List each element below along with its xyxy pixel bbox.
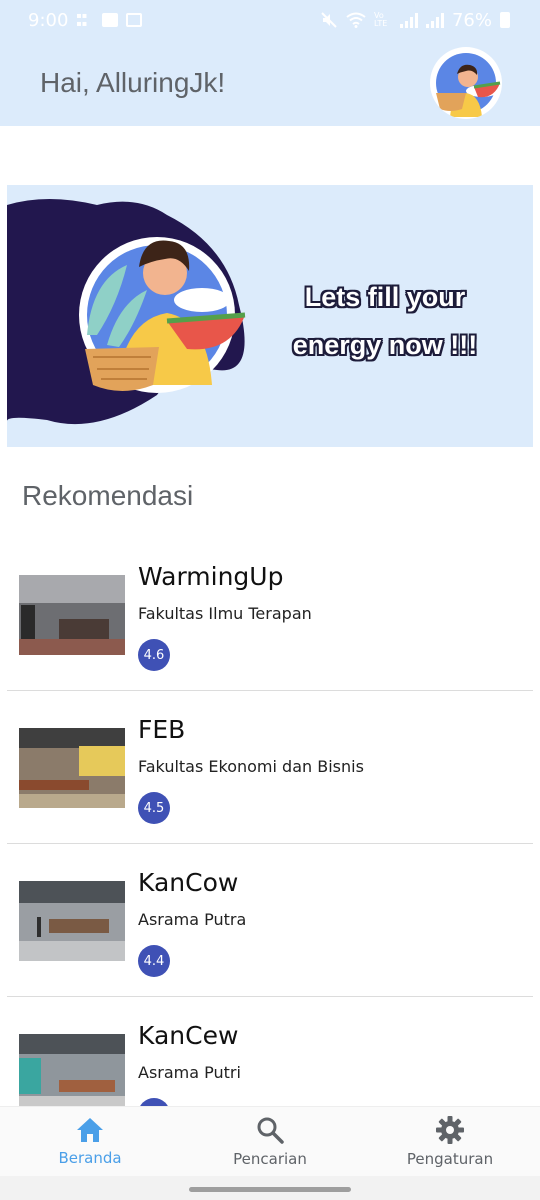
signal-icon-2 xyxy=(425,12,444,28)
place-location: Asrama Putra xyxy=(138,910,247,929)
wifi-icon xyxy=(346,12,366,28)
place-name: WarmingUp xyxy=(138,562,284,591)
notification-icon xyxy=(126,13,143,27)
home-indicator[interactable] xyxy=(189,1187,351,1192)
bottom-navigation: Beranda Pencarian Pengaturan xyxy=(0,1106,540,1176)
app-header: Hai, AlluringJk! xyxy=(0,40,540,126)
greeting-text: Hai, AlluringJk! xyxy=(40,67,226,98)
place-thumbnail xyxy=(19,1034,125,1114)
rating-badge: 4.6 xyxy=(138,639,170,671)
list-item[interactable]: FEB Fakultas Ekonomi dan Bisnis 4.5 xyxy=(7,691,533,844)
nav-label-pengaturan: Pengaturan xyxy=(406,1149,494,1168)
recommendation-list: WarmingUp Fakultas Ilmu Terapan 4.6 FEB … xyxy=(0,538,540,1150)
mute-icon xyxy=(321,12,337,28)
gear-icon xyxy=(436,1115,464,1144)
nav-label-pencarian: Pencarian xyxy=(233,1149,307,1168)
list-item[interactable]: KanCow Asrama Putra 4.4 xyxy=(7,844,533,997)
network-speed-icon: ▪▪ ▪▪ xyxy=(76,11,88,28)
place-name: FEB xyxy=(138,715,186,744)
place-name: KanCew xyxy=(138,1021,239,1050)
nav-item-beranda[interactable]: Beranda xyxy=(0,1107,180,1176)
status-right: Vo LTE 76% xyxy=(320,10,510,31)
search-icon xyxy=(257,1117,284,1144)
banner-line-1: Lets fill your xyxy=(304,282,466,312)
rating-badge: 4.5 xyxy=(138,792,170,824)
volte-icon: Vo LTE xyxy=(373,11,388,28)
place-location: Asrama Putri xyxy=(138,1063,241,1082)
avatar[interactable] xyxy=(430,47,502,119)
place-thumbnail xyxy=(19,575,125,655)
place-thumbnail xyxy=(19,728,125,808)
banner-line-2: energy now !!! xyxy=(292,330,478,360)
list-item[interactable]: WarmingUp Fakultas Ilmu Terapan 4.6 xyxy=(7,538,533,691)
signal-icon xyxy=(399,12,418,28)
gallery-icon xyxy=(102,13,119,27)
status-bar: 9:00 ▪▪ ▪▪ Vo LTE 76% xyxy=(0,0,540,40)
status-time: 9:00 xyxy=(28,9,69,31)
status-left: 9:00 ▪▪ ▪▪ xyxy=(28,9,143,31)
banner-slogan: Lets fill your energy now !!! xyxy=(265,273,505,369)
avatar-illustration xyxy=(436,53,501,117)
place-location: Fakultas Ekonomi dan Bisnis xyxy=(138,757,364,776)
section-title-rekomendasi: Rekomendasi xyxy=(22,480,194,511)
nav-item-pencarian[interactable]: Pencarian xyxy=(180,1107,360,1176)
rating-badge: 4.4 xyxy=(138,945,170,977)
nav-label-beranda: Beranda xyxy=(58,1148,122,1167)
place-location: Fakultas Ilmu Terapan xyxy=(138,604,312,623)
place-thumbnail xyxy=(19,881,125,961)
home-icon xyxy=(77,1117,103,1142)
nav-item-pengaturan[interactable]: Pengaturan xyxy=(360,1107,540,1176)
place-name: KanCow xyxy=(138,868,239,897)
battery-percent: 76% xyxy=(451,9,492,31)
battery-icon xyxy=(500,12,510,28)
promo-banner[interactable]: Lets fill your energy now !!! xyxy=(7,185,533,447)
